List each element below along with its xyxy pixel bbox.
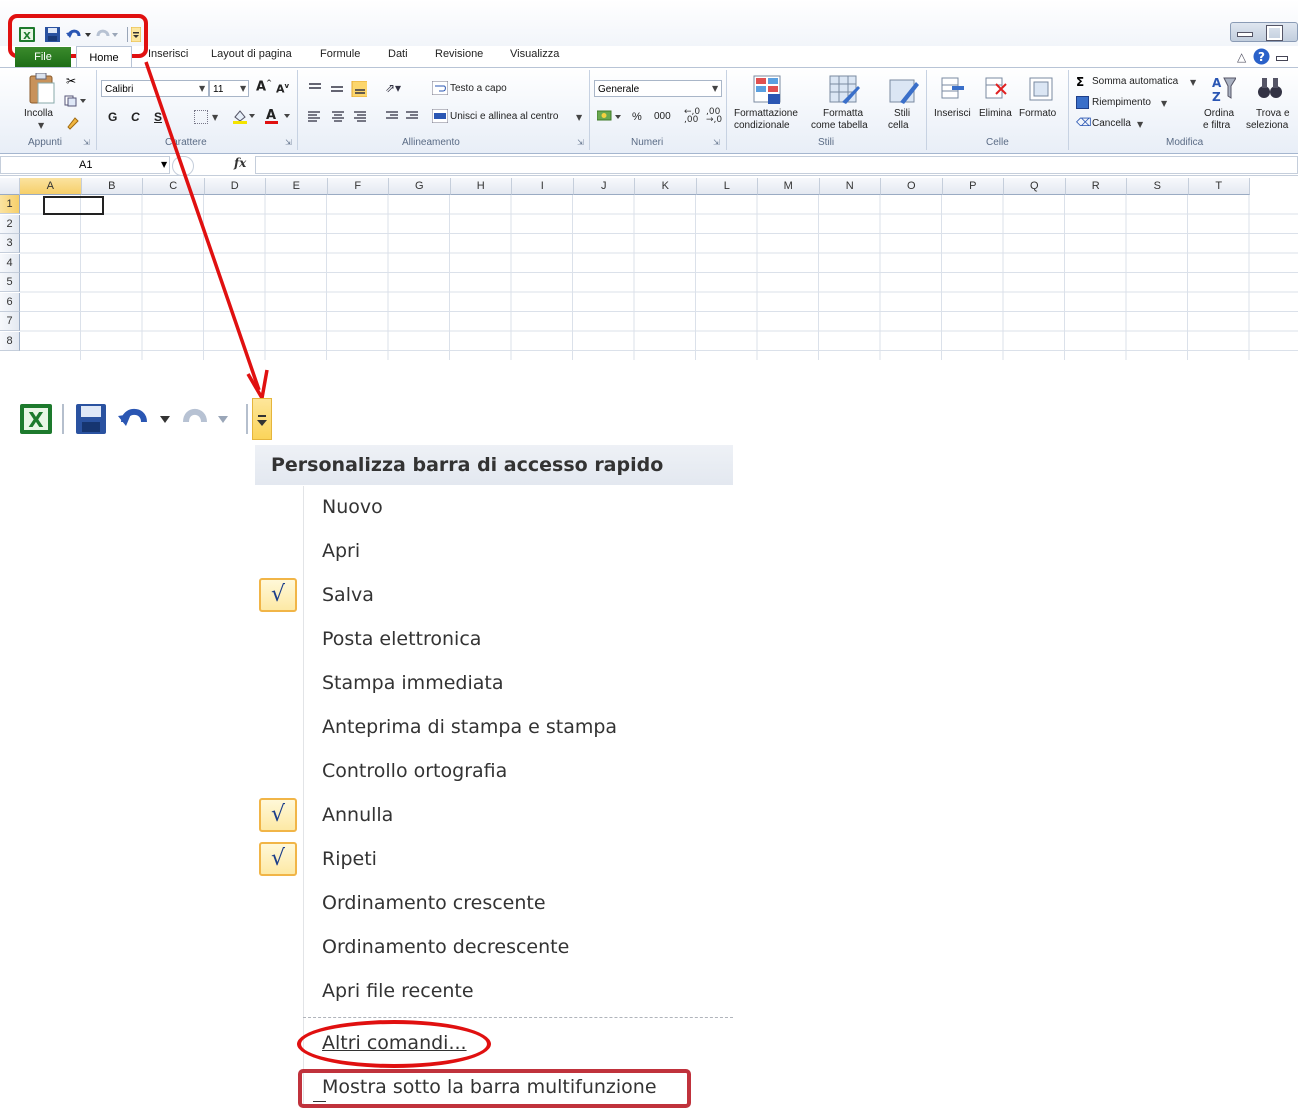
qat-command-item[interactable]: Apri file recente (322, 980, 474, 1002)
qat-command-item[interactable]: Salva (322, 584, 374, 606)
qat-command-item[interactable]: Ripeti (322, 848, 377, 870)
undo-icon[interactable] (118, 404, 174, 434)
checkmark-icon: √ (259, 798, 297, 832)
save-icon[interactable] (76, 404, 106, 434)
show-below-ribbon-highlight-annotation (298, 1069, 691, 1108)
qat-separator (62, 404, 64, 434)
checkmark-icon: √ (259, 842, 297, 876)
qat-command-item[interactable]: Posta elettronica (322, 628, 481, 650)
excel-logo-icon: X (20, 404, 52, 434)
qat-command-item[interactable]: Stampa immediata (322, 672, 503, 694)
redo-icon[interactable] (182, 404, 238, 434)
quick-access-toolbar-zoomed: X (0, 396, 290, 440)
customize-qat-button[interactable] (252, 398, 272, 440)
more-commands-highlight-annotation (297, 1020, 491, 1068)
qat-command-item[interactable]: Anteprima di stampa e stampa (322, 716, 617, 738)
qat-command-item[interactable]: Nuovo (322, 496, 383, 518)
menu-header: Personalizza barra di accesso rapido (255, 445, 733, 485)
customize-qat-arrow-icon (257, 420, 267, 426)
customize-qat-bar-icon (258, 415, 266, 417)
qat-command-item[interactable]: Ordinamento decrescente (322, 936, 569, 958)
annotation-arrow (144, 61, 269, 403)
svg-text:X: X (28, 408, 44, 432)
qat-command-item[interactable]: Controllo ortografia (322, 760, 507, 782)
qat-separator (246, 404, 248, 434)
checkmark-icon: √ (259, 578, 297, 612)
menu-title: Personalizza barra di accesso rapido (271, 454, 664, 476)
qat-command-item[interactable]: Apri (322, 540, 360, 562)
menu-separator (303, 1017, 733, 1018)
qat-command-item[interactable]: Ordinamento crescente (322, 892, 546, 914)
menu-gutter-line (303, 486, 304, 1108)
qat-command-item[interactable]: Annulla (322, 804, 393, 826)
